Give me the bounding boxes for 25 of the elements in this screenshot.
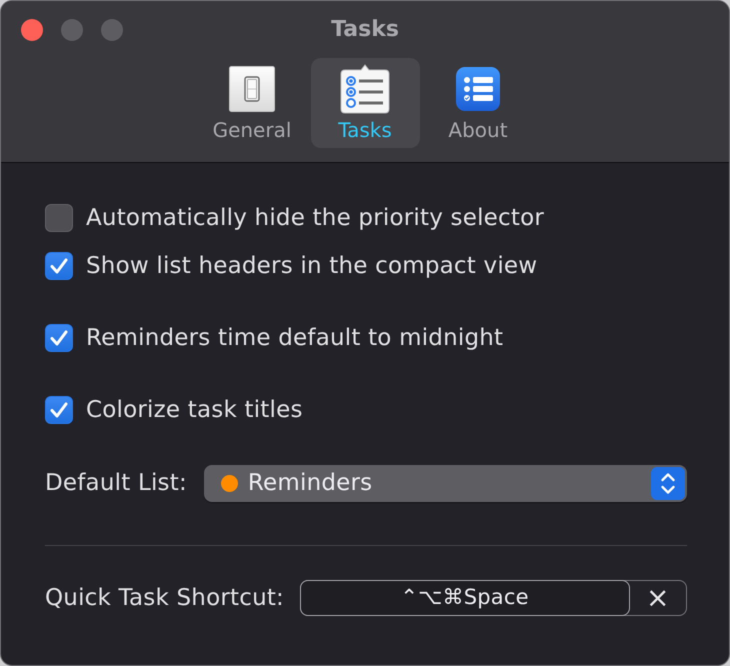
- checkbox-label: Automatically hide the priority selector: [86, 204, 544, 233]
- list-dropdown[interactable]: Reminders: [204, 465, 687, 502]
- light-switch-icon: [229, 66, 275, 112]
- field-label: Quick Task Shortcut:: [45, 584, 284, 613]
- list-icon: [456, 67, 500, 111]
- checkbox-label: Reminders time default to midnight: [86, 324, 504, 353]
- checkbox[interactable]: [45, 252, 73, 280]
- checkbox[interactable]: [45, 204, 73, 232]
- checkbox-label: Show list headers in the compact view: [86, 252, 538, 281]
- toolbar-tab[interactable]: Tasks: [310, 58, 420, 148]
- checkmark-icon: [50, 330, 68, 346]
- checklist-icon: [339, 64, 391, 114]
- shortcut-field[interactable]: ⌃⌥⌘Space: [300, 580, 630, 616]
- field-label: Default List:: [45, 469, 187, 498]
- close-icon[interactable]: [21, 18, 43, 40]
- toolbar-tab[interactable]: General: [198, 58, 306, 148]
- checkbox[interactable]: [45, 324, 73, 352]
- toolbar-tab[interactable]: About: [424, 58, 532, 148]
- checkmark-icon: [50, 402, 68, 418]
- stepper-icon: [651, 467, 685, 500]
- checkbox-label: Colorize task titles: [86, 396, 303, 425]
- clear-button[interactable]: ×: [630, 581, 686, 615]
- checkmark-icon: [50, 258, 68, 274]
- checkbox[interactable]: [45, 396, 73, 424]
- window-title: Tasks: [331, 18, 399, 40]
